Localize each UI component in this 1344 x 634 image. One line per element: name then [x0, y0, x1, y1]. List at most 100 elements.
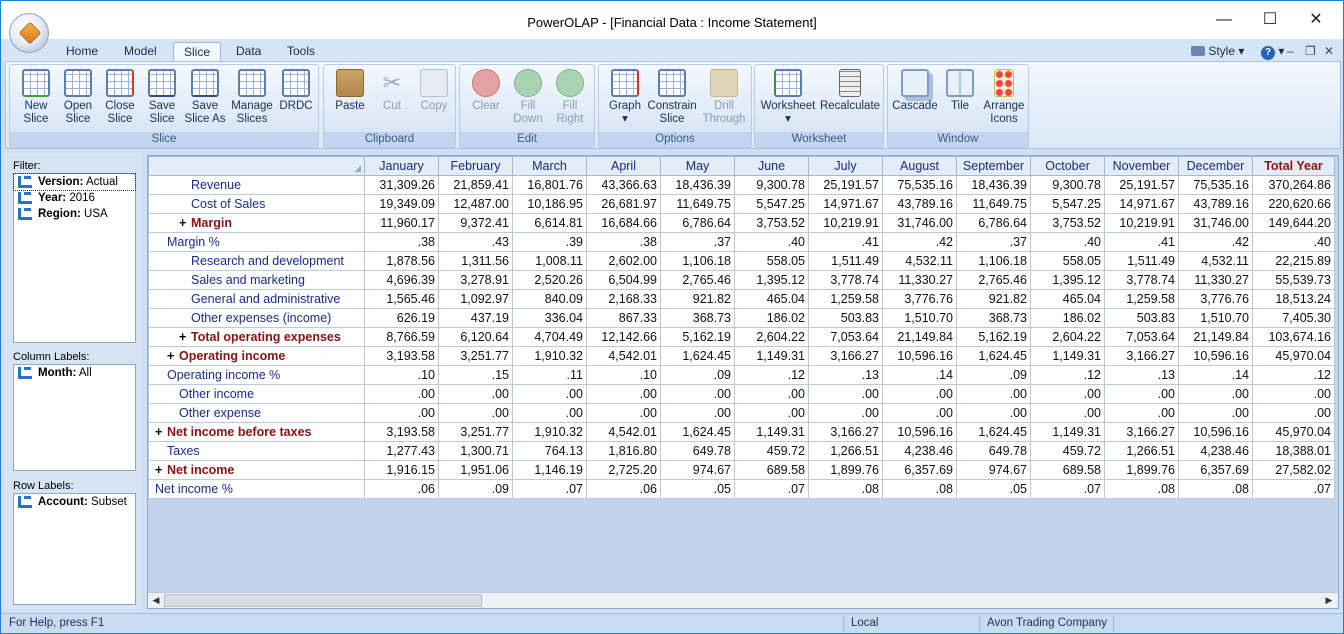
data-cell[interactable]: .40	[734, 232, 809, 252]
data-cell[interactable]: 12,487.00	[438, 194, 513, 214]
grid-corner[interactable]: ◢	[148, 156, 365, 176]
data-cell[interactable]: 45,970.04	[1252, 422, 1335, 442]
data-cell[interactable]: 336.04	[512, 308, 587, 328]
data-cell[interactable]: .00	[956, 403, 1031, 423]
data-cell[interactable]: 368.73	[956, 308, 1031, 328]
save-slice-as-button[interactable]: Save Slice As	[183, 69, 227, 126]
data-cell[interactable]: .00	[808, 403, 883, 423]
data-cell[interactable]: 459.72	[734, 441, 809, 461]
data-cell[interactable]: 1,565.46	[364, 289, 439, 309]
data-cell[interactable]: 465.04	[1030, 289, 1105, 309]
data-cell[interactable]: 75,535.16	[1178, 175, 1253, 195]
data-cell[interactable]: 11,649.75	[956, 194, 1031, 214]
column-header[interactable]: December	[1178, 156, 1253, 176]
data-cell[interactable]: 2,765.46	[956, 270, 1031, 290]
data-cell[interactable]: 1,008.11	[512, 251, 587, 271]
cascade-button[interactable]: Cascade	[892, 69, 938, 113]
data-cell[interactable]: 503.83	[808, 308, 883, 328]
data-cell[interactable]: 10,186.95	[512, 194, 587, 214]
data-cell[interactable]: 10,596.16	[882, 346, 957, 366]
row-label[interactable]: Other expenses (income)	[148, 308, 365, 328]
data-cell[interactable]: .00	[808, 384, 883, 404]
row-label[interactable]: Operating income %	[148, 365, 365, 385]
data-cell[interactable]: .39	[512, 232, 587, 252]
data-cell[interactable]: 103,674.16	[1252, 327, 1335, 347]
data-cell[interactable]: .00	[1104, 384, 1179, 404]
mdi-close-button[interactable]: ✕	[1324, 42, 1334, 60]
data-cell[interactable]: 1,149.31	[1030, 422, 1105, 442]
column-header[interactable]: April	[586, 156, 661, 176]
data-cell[interactable]: 11,649.75	[660, 194, 735, 214]
data-cell[interactable]: 1,910.32	[512, 346, 587, 366]
data-cell[interactable]: 1,259.58	[808, 289, 883, 309]
data-cell[interactable]: .14	[882, 365, 957, 385]
row-label[interactable]: Taxes	[148, 441, 365, 461]
data-cell[interactable]: 1,259.58	[1104, 289, 1179, 309]
data-cell[interactable]: 1,106.18	[956, 251, 1031, 271]
data-cell[interactable]: .12	[1252, 365, 1335, 385]
data-cell[interactable]: .00	[1252, 403, 1335, 423]
data-cell[interactable]: .11	[512, 365, 587, 385]
cut-button[interactable]: ✂ Cut	[370, 69, 414, 113]
data-cell[interactable]: 11,330.27	[1178, 270, 1253, 290]
data-cell[interactable]: 1,395.12	[734, 270, 809, 290]
data-cell[interactable]: 1,149.31	[1030, 346, 1105, 366]
data-cell[interactable]: 10,596.16	[1178, 422, 1253, 442]
data-cell[interactable]: 689.58	[1030, 460, 1105, 480]
data-cell[interactable]: 1,511.49	[1104, 251, 1179, 271]
expand-icon[interactable]: +	[155, 425, 165, 439]
data-cell[interactable]: 558.05	[1030, 251, 1105, 271]
data-cell[interactable]: 1,266.51	[808, 441, 883, 461]
data-cell[interactable]: .40	[1030, 232, 1105, 252]
data-cell[interactable]: 10,219.91	[1104, 213, 1179, 233]
data-cell[interactable]: .00	[660, 403, 735, 423]
data-cell[interactable]: .41	[1104, 232, 1179, 252]
data-cell[interactable]: 220,620.66	[1252, 194, 1335, 214]
data-cell[interactable]: 974.67	[660, 460, 735, 480]
data-cell[interactable]: 921.82	[660, 289, 735, 309]
filter-item-year[interactable]: Year: 2016	[14, 190, 135, 206]
data-cell[interactable]: .09	[956, 365, 1031, 385]
data-cell[interactable]: 6,504.99	[586, 270, 661, 290]
data-cell[interactable]: 27,582.02	[1252, 460, 1335, 480]
data-cell[interactable]: 7,053.64	[808, 327, 883, 347]
data-cell[interactable]: .41	[808, 232, 883, 252]
data-cell[interactable]: .00	[1178, 403, 1253, 423]
data-cell[interactable]: 1,899.76	[1104, 460, 1179, 480]
drill-through-button[interactable]: Drill Through	[701, 69, 747, 126]
row-label[interactable]: + Total operating expenses	[148, 327, 365, 347]
help-icon[interactable]: ? ▾	[1261, 42, 1284, 60]
data-cell[interactable]: 921.82	[956, 289, 1031, 309]
data-cell[interactable]: .00	[586, 403, 661, 423]
row-label[interactable]: Other expense	[148, 403, 365, 423]
data-cell[interactable]: 3,778.74	[1104, 270, 1179, 290]
data-cell[interactable]: 7,053.64	[1104, 327, 1179, 347]
data-cell[interactable]: 19,349.09	[364, 194, 439, 214]
column-header[interactable]: July	[808, 156, 883, 176]
data-cell[interactable]: 43,789.16	[882, 194, 957, 214]
data-cell[interactable]: .09	[660, 365, 735, 385]
data-cell[interactable]: 5,162.19	[660, 327, 735, 347]
data-cell[interactable]: 10,596.16	[882, 422, 957, 442]
data-cell[interactable]: 31,746.00	[882, 213, 957, 233]
data-cell[interactable]: 18,388.01	[1252, 441, 1335, 461]
data-cell[interactable]: 558.05	[734, 251, 809, 271]
drdc-button[interactable]: DRDC	[274, 69, 318, 113]
data-cell[interactable]: 21,149.84	[882, 327, 957, 347]
data-cell[interactable]: 10,219.91	[808, 213, 883, 233]
column-header[interactable]: October	[1030, 156, 1105, 176]
data-cell[interactable]: .00	[438, 403, 513, 423]
fill-right-button[interactable]: Fill Right	[548, 69, 592, 126]
data-cell[interactable]: 2,168.33	[586, 289, 661, 309]
data-cell[interactable]: 16,684.66	[586, 213, 661, 233]
data-cell[interactable]: .07	[1252, 479, 1335, 499]
data-cell[interactable]: 1,510.70	[1178, 308, 1253, 328]
column-item-month[interactable]: Month: All	[14, 365, 135, 381]
data-cell[interactable]: 25,191.57	[808, 175, 883, 195]
data-cell[interactable]: 1,266.51	[1104, 441, 1179, 461]
mdi-minimize-button[interactable]: –	[1287, 42, 1294, 60]
data-cell[interactable]: 3,251.77	[438, 422, 513, 442]
data-cell[interactable]: .00	[1178, 384, 1253, 404]
data-cell[interactable]: 368.73	[660, 308, 735, 328]
data-cell[interactable]: .00	[734, 384, 809, 404]
